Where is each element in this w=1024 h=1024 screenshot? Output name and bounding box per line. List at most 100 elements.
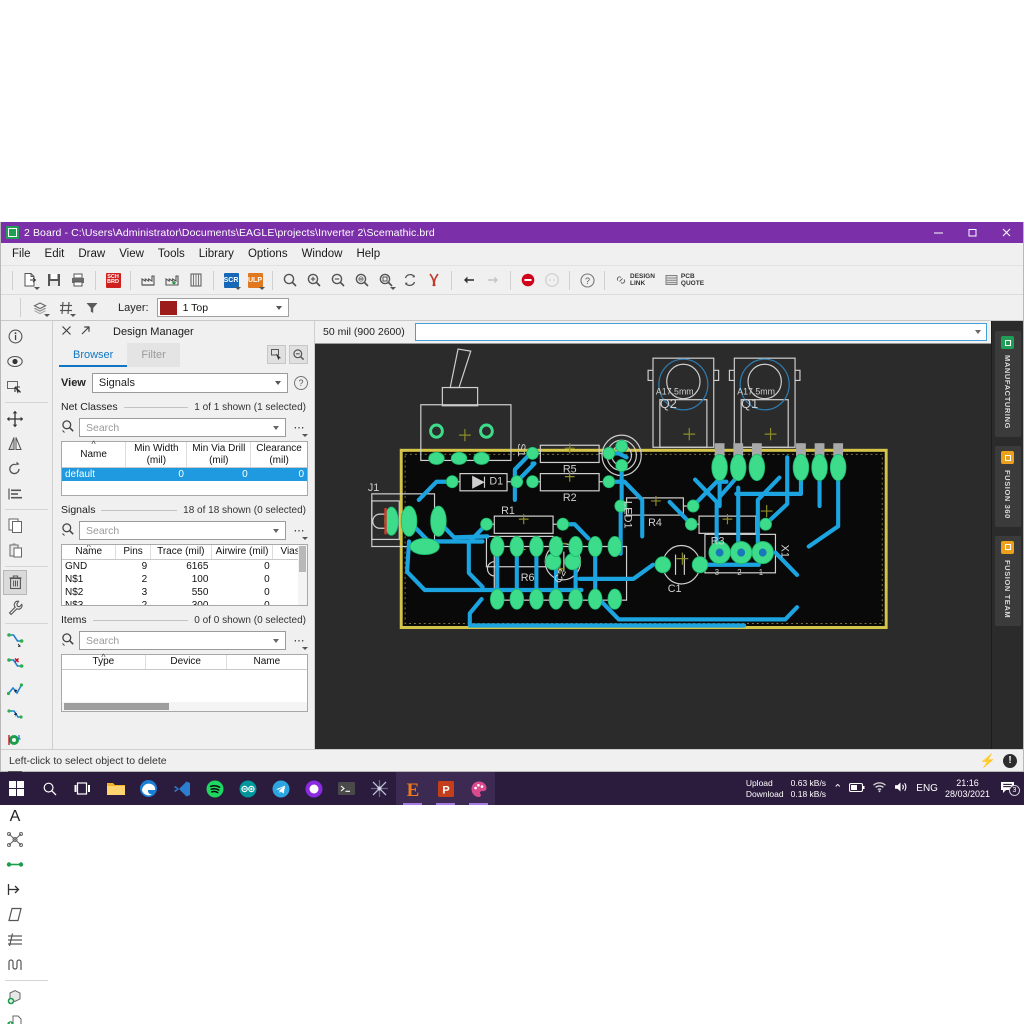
menu-tools[interactable]: Tools (151, 245, 192, 263)
popout-arrow-icon[interactable] (80, 325, 91, 339)
mirror-icon[interactable] (3, 431, 27, 456)
volume-icon[interactable] (894, 780, 909, 798)
factory-download-icon[interactable] (160, 269, 184, 292)
rect-icon[interactable] (3, 902, 27, 927)
layers-stack-icon[interactable] (184, 269, 208, 292)
sch-brd-icon[interactable]: SCH BRD (101, 269, 125, 292)
col-airwire[interactable]: Airwire (mil) (211, 545, 274, 560)
text-a-icon[interactable]: A (3, 802, 27, 827)
menu-file[interactable]: File (5, 245, 38, 263)
eagle-button[interactable]: E (396, 772, 429, 805)
split-icon[interactable] (3, 927, 27, 952)
net-classes-options-button[interactable]: ⋯ (290, 421, 308, 437)
rail-tab-fusion-360[interactable]: FUSION 360 (994, 446, 1021, 527)
wifi-icon[interactable] (872, 780, 887, 798)
group-select-icon[interactable] (3, 374, 27, 399)
signal-arrow-icon[interactable] (3, 877, 27, 902)
close-icon[interactable] (61, 325, 72, 339)
spotify-button[interactable] (198, 772, 231, 805)
signals-scrollbar[interactable] (298, 545, 307, 605)
pcb-canvas[interactable]: S1 D1 R5 R2 R1 R6 LED1 C2 R4 R3 C1 X1 J1… (315, 343, 991, 749)
minimize-button[interactable] (921, 222, 955, 243)
maximize-button[interactable] (955, 222, 989, 243)
tab-filter[interactable]: Filter (127, 343, 180, 367)
menu-view[interactable]: View (112, 245, 151, 263)
vscode-button[interactable] (165, 772, 198, 805)
items-search-input[interactable]: Search (79, 631, 286, 650)
grid-icon[interactable] (54, 296, 78, 319)
design-link-button[interactable]: DESIGN LINK (610, 271, 660, 289)
search-icon[interactable] (61, 419, 75, 436)
view-help-icon[interactable]: ? (294, 376, 308, 390)
col-device[interactable]: Device (145, 655, 227, 670)
wrench-icon[interactable] (3, 595, 27, 620)
table-row[interactable]: N$1 2 100 0 0 (62, 573, 307, 586)
align-left-icon[interactable] (3, 481, 27, 506)
ratsnest-icon[interactable] (3, 827, 27, 852)
arduino-button[interactable] (231, 772, 264, 805)
x-curve-icon[interactable] (422, 269, 446, 292)
tray-expand-chevron-icon[interactable]: ⌃ (833, 782, 842, 795)
command-input[interactable] (414, 323, 987, 341)
col-name[interactable]: Name (62, 545, 117, 560)
info-circle-icon[interactable] (3, 324, 27, 349)
undo-arrow-icon[interactable] (457, 269, 481, 292)
menu-edit[interactable]: Edit (38, 245, 72, 263)
refresh-icon[interactable] (398, 269, 422, 292)
start-button[interactable] (0, 772, 33, 805)
battery-icon[interactable] (849, 780, 865, 798)
copy-icon[interactable] (3, 513, 27, 538)
items-options-button[interactable]: ⋯ (290, 634, 308, 650)
col-clearance[interactable]: Clearance (mil) (250, 442, 307, 468)
meander-icon[interactable] (3, 952, 27, 977)
search-icon[interactable] (61, 522, 75, 539)
app-circle-button[interactable] (297, 772, 330, 805)
rail-tab-manufacturing[interactable]: MANUFACTURING (994, 331, 1021, 438)
menu-draw[interactable]: Draw (71, 245, 112, 263)
notification-center-button[interactable]: 3 (997, 781, 1020, 796)
search-button[interactable] (33, 772, 66, 805)
file-explorer-button[interactable] (99, 772, 132, 805)
file-open-icon[interactable] (18, 269, 42, 292)
edge-button[interactable] (132, 772, 165, 805)
zoom-out-icon[interactable] (326, 269, 350, 292)
search-icon[interactable] (61, 632, 75, 649)
table-row[interactable]: N$3 2 300 0 0 (62, 599, 307, 606)
pcb-quote-button[interactable]: PCB QUOTE (660, 271, 709, 289)
question-circle-icon[interactable]: ? (575, 269, 599, 292)
layer-select[interactable]: 1 Top (156, 298, 289, 317)
scr-icon[interactable]: SCR (219, 269, 243, 292)
optimize-icon[interactable] (3, 702, 27, 727)
paint3d-button[interactable] (462, 772, 495, 805)
add-package-icon[interactable] (3, 984, 27, 1009)
signals-search-input[interactable]: Search (79, 521, 286, 540)
col-name[interactable]: Name (226, 655, 307, 670)
powerpoint-button[interactable]: P (429, 772, 462, 805)
zoom-fit-icon[interactable] (278, 269, 302, 292)
display-layers-icon[interactable] (28, 296, 52, 319)
app-x-button[interactable] (363, 772, 396, 805)
scrollbar-thumb[interactable] (64, 703, 169, 710)
menu-options[interactable]: Options (241, 245, 295, 263)
add-part-icon[interactable] (3, 1009, 27, 1024)
printer-icon[interactable] (66, 269, 90, 292)
terminal-button[interactable] (330, 772, 363, 805)
col-min-via-drill[interactable]: Min Via Drill (mil) (186, 442, 252, 468)
warning-badge-icon[interactable]: ! (1003, 753, 1017, 768)
close-button[interactable] (989, 222, 1023, 243)
rotate-icon[interactable] (3, 456, 27, 481)
save-icon[interactable] (42, 269, 66, 292)
route-airwire-icon[interactable] (3, 627, 27, 652)
signals-options-button[interactable]: ⋯ (290, 524, 308, 540)
net-classes-search-input[interactable]: Search (79, 418, 286, 437)
menu-window[interactable]: Window (295, 245, 350, 263)
factory-icon[interactable] (136, 269, 160, 292)
col-pins[interactable]: Pins (115, 545, 151, 560)
magnifier-minus-icon[interactable] (289, 345, 308, 364)
task-view-button[interactable] (66, 772, 99, 805)
ripup-icon[interactable] (3, 652, 27, 677)
rail-tab-fusion-team[interactable]: FUSION TEAM (994, 535, 1021, 627)
power-bolt-icon[interactable]: ⚡ (980, 753, 996, 769)
move-arrows-icon[interactable] (3, 406, 27, 431)
cursor-select-icon[interactable] (267, 345, 286, 364)
